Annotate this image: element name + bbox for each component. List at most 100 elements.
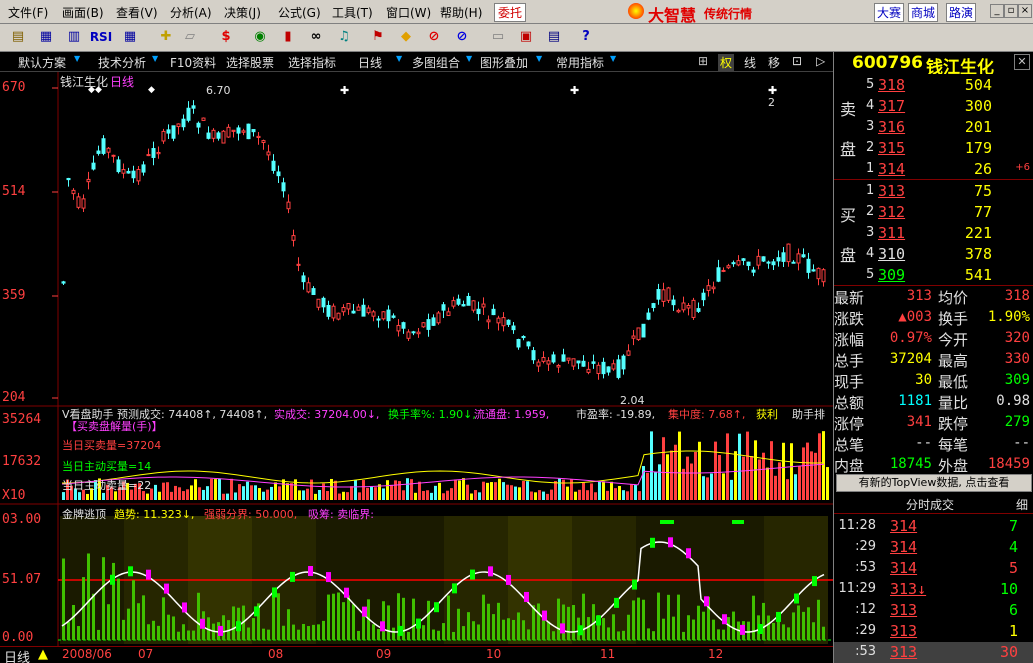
move-button[interactable]: 移 <box>768 54 780 71</box>
period-indicator[interactable]: 日线 <box>4 647 30 663</box>
dropdown-arrow-icon[interactable]: ▼ <box>536 54 542 63</box>
chart-area[interactable]: ◆ ◆ ◆ ✚ ✚ ✚ 钱江生化 日线 670 514 359 204 6.70 2.04… <box>0 72 833 652</box>
bars-icon[interactable]: ▮ <box>278 27 298 47</box>
minimize-icon[interactable]: _ <box>990 4 1004 18</box>
tick-row[interactable]: :29 314 4 <box>834 537 1033 558</box>
bell-icon[interactable]: ♫ <box>334 27 354 47</box>
menu-screen[interactable]: 画面(B) <box>62 4 104 21</box>
rights-button[interactable]: 权 <box>718 54 735 71</box>
topview-button[interactable]: 有新的TopView数据, 点击查看 <box>836 474 1032 492</box>
crosshair-icon[interactable]: ✚ <box>156 27 176 47</box>
daily-line-tab[interactable]: 日线 <box>358 54 382 71</box>
volume-bar <box>378 484 381 500</box>
buy-level-row[interactable]: 4 310 378 <box>862 244 1033 265</box>
dropdown-arrow-icon[interactable]: ▼ <box>466 54 472 63</box>
contest-button[interactable]: 大赛 <box>874 3 905 22</box>
indicator-icon[interactable]: ◉ <box>250 27 270 47</box>
layout-icon[interactable]: ▤ <box>544 27 564 47</box>
sell-level-row[interactable]: 1 314 26 <box>862 159 1033 180</box>
report-icon[interactable]: ▥ <box>64 27 84 47</box>
dollar-icon[interactable]: $ <box>216 27 236 47</box>
tick-time: :53 <box>855 644 876 659</box>
overlay-tab[interactable]: 图形叠加 <box>480 54 528 71</box>
dropdown-arrow-icon[interactable]: ▼ <box>610 54 616 63</box>
indicator-bar <box>732 611 735 640</box>
period-triangle-icon[interactable]: ▲ <box>38 647 48 662</box>
menu-file[interactable]: 文件(F) <box>8 4 48 21</box>
dropdown-arrow-icon[interactable]: ▼ <box>74 54 80 63</box>
dropdown-arrow-icon[interactable]: ▼ <box>152 54 158 63</box>
rsi-indicator-button[interactable]: RSI <box>88 27 114 47</box>
indicator-bar <box>372 624 375 640</box>
multi-chart-tab[interactable]: 多图组合 <box>412 54 460 71</box>
menu-decision[interactable]: 决策(J) <box>224 4 261 21</box>
flag-icon[interactable]: ⚑ <box>368 27 388 47</box>
buy-level-row[interactable]: 2 312 77 <box>862 202 1033 223</box>
candle-body <box>266 151 271 156</box>
panel-close-icon[interactable]: ✕ <box>1014 54 1030 70</box>
menu-help[interactable]: 帮助(H) <box>440 4 482 21</box>
kline-chart-svg[interactable]: ◆ ◆ ◆ ✚ ✚ ✚ <box>0 72 833 652</box>
line-button[interactable]: 线 <box>744 54 756 71</box>
menu-window[interactable]: 窗口(W) <box>386 4 431 21</box>
entrust-button[interactable]: 委托 <box>494 3 527 22</box>
grid-toggle-icon[interactable]: ⊞ <box>698 54 708 68</box>
sell-level-row[interactable]: 5 318 504 <box>862 75 1033 96</box>
volume-bar <box>730 479 733 500</box>
close-icon[interactable]: × <box>1018 4 1032 18</box>
ticks-detail-toggle[interactable]: 细 <box>1016 496 1028 513</box>
volume-bar <box>702 476 705 500</box>
tick-price: 313 <box>890 601 918 619</box>
tick-row[interactable]: 11:29 313↓ 10 <box>834 579 1033 600</box>
menu-analysis[interactable]: 分析(A) <box>170 4 212 21</box>
default-scheme-tab[interactable]: 默认方案 <box>18 54 66 71</box>
restore-icon[interactable]: ▫ <box>1004 4 1018 18</box>
volume-bar <box>646 472 649 500</box>
candle-body <box>806 258 811 273</box>
candle-body <box>416 331 421 335</box>
common-indicator-tab[interactable]: 常用指标 <box>556 54 604 71</box>
window-toggle-icon[interactable]: ⊡ <box>792 54 802 68</box>
open-folder-icon[interactable]: ▤ <box>8 27 28 47</box>
f10-info-tab[interactable]: F10资料 <box>170 54 216 71</box>
volume-bar <box>506 484 509 500</box>
volume-bar <box>366 487 369 500</box>
tech-analysis-tab[interactable]: 技术分析 <box>98 54 146 71</box>
tick-row[interactable]: :29 313 1 <box>834 621 1033 642</box>
tick-row[interactable]: 11:28 314 7 <box>834 516 1033 537</box>
select-indicator-tab[interactable]: 选择指标 <box>288 54 336 71</box>
select-stock-tab[interactable]: 选择股票 <box>226 54 274 71</box>
sell-change: +6 <box>1015 162 1030 173</box>
roadshow-button[interactable]: 路演 <box>946 3 977 22</box>
dropdown-arrow-icon[interactable]: ▼ <box>396 54 402 63</box>
tick-row[interactable]: :53 314 5 <box>834 558 1033 579</box>
tick-row[interactable]: :12 313 6 <box>834 600 1033 621</box>
window-icon[interactable]: ▣ <box>516 27 536 47</box>
mall-button[interactable]: 商城 <box>908 3 939 22</box>
tick-row[interactable]: :53 313 30 <box>834 642 1033 663</box>
play-icon[interactable]: ▷ <box>816 54 825 68</box>
indicator-bar <box>137 603 140 640</box>
document-icon[interactable]: ▭ <box>488 27 508 47</box>
ruler-icon[interactable]: ▱ <box>180 27 200 47</box>
circle-blue-icon[interactable]: ⊘ <box>452 27 472 47</box>
trend-marker <box>254 606 259 617</box>
circle-red-icon[interactable]: ⊘ <box>424 27 444 47</box>
binoculars-icon[interactable]: ∞ <box>306 27 326 47</box>
buy-level-row[interactable]: 5 309 541 <box>862 265 1033 286</box>
sell-level-row[interactable]: 4 317 300 <box>862 96 1033 117</box>
buy-level-row[interactable]: 3 311 221 <box>862 223 1033 244</box>
sell-level-row[interactable]: 2 315 179 <box>862 138 1033 159</box>
diamond-icon[interactable]: ◆ <box>396 27 416 47</box>
candle-body <box>456 298 461 305</box>
indicator-bar <box>722 629 725 640</box>
chart-view-icon[interactable]: ▦ <box>36 27 56 47</box>
trend-marker <box>200 618 205 629</box>
menu-tools[interactable]: 工具(T) <box>332 4 373 21</box>
grid-table-icon[interactable]: ▦ <box>120 27 140 47</box>
buy-level-row[interactable]: 1 313 75 <box>862 181 1033 202</box>
menu-formula[interactable]: 公式(G) <box>278 4 321 21</box>
sell-level-row[interactable]: 3 316 201 <box>862 117 1033 138</box>
menu-view[interactable]: 查看(V) <box>116 4 158 21</box>
help-pointer-icon[interactable]: ? <box>576 27 596 47</box>
